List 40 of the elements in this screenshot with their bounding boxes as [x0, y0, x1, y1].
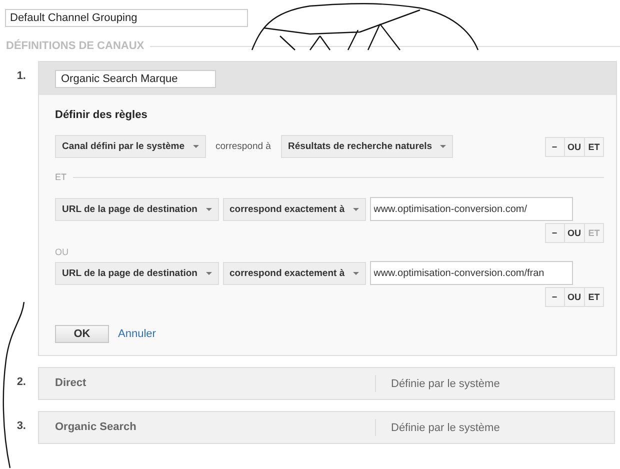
channel-row[interactable]: Direct Définie par le système [38, 367, 615, 400]
value-field[interactable]: www.optimisation-conversion.com/fran [370, 261, 573, 285]
caret-icon [440, 145, 446, 148]
rules-title: Définir des règles [55, 109, 148, 121]
channel-type: Définie par le système [390, 378, 500, 390]
value-dropdown[interactable]: Résultats de recherche naturels [280, 135, 454, 158]
channel-type: Définie par le système [390, 422, 500, 434]
or-label: OU [55, 247, 68, 257]
and-label: ET [55, 172, 67, 182]
channel-number: 1. [16, 69, 27, 82]
channel-number: 2. [16, 375, 27, 388]
caret-icon [192, 145, 198, 148]
rule-action-button[interactable]: − [544, 287, 564, 307]
operator-dropdown[interactable]: correspond exactement à [222, 262, 366, 284]
channel-number: 3. [16, 419, 27, 432]
cancel-link[interactable]: Annuler [118, 328, 156, 340]
rule-action-button[interactable]: − [544, 223, 564, 243]
caret-icon [206, 208, 212, 210]
channel-name: Direct [39, 375, 376, 392]
channel-name-field[interactable]: Organic Search Marque [55, 70, 216, 88]
ok-button[interactable]: OK [55, 325, 109, 343]
operator-label: correspond à [216, 141, 271, 152]
rule-action-button[interactable]: ET [584, 287, 604, 307]
rule-action-button[interactable]: OU [564, 287, 585, 307]
rule-action-button[interactable]: OU [564, 136, 585, 156]
operator-dropdown[interactable]: correspond exactement à [222, 198, 366, 220]
rule-action-button[interactable]: ET [584, 136, 604, 156]
caret-icon [352, 272, 359, 274]
section-title: DÉFINITIONS DE CANAUX [6, 40, 144, 52]
rule-action-button[interactable]: OU [564, 223, 585, 243]
channel-name: Organic Search [39, 419, 376, 436]
rule-action-button[interactable]: − [544, 136, 564, 156]
dimension-dropdown[interactable]: Canal défini par le système [55, 135, 206, 158]
value-field[interactable]: www.optimisation-conversion.com/ [370, 197, 573, 221]
dimension-dropdown[interactable]: URL de la page de destination [55, 198, 218, 220]
channel-row[interactable]: Organic Search Définie par le système [38, 411, 615, 444]
dimension-dropdown[interactable]: URL de la page de destination [55, 262, 218, 284]
name-field[interactable]: Default Channel Grouping [5, 9, 248, 27]
caret-icon [352, 208, 359, 210]
caret-icon [206, 272, 212, 274]
